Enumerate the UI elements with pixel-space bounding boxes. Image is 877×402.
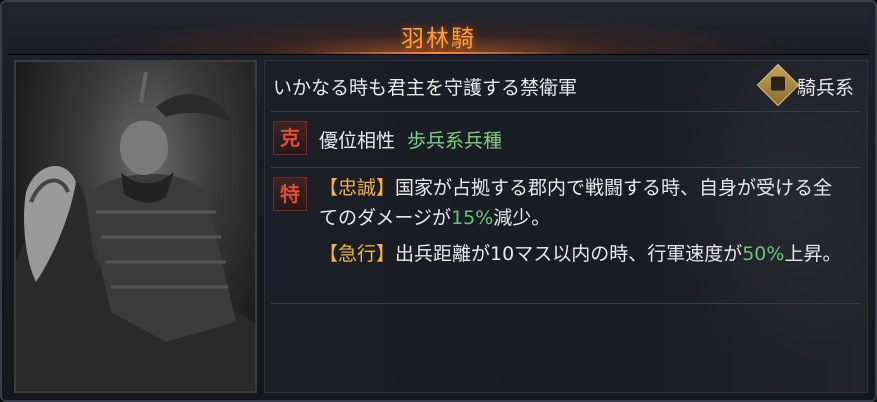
skill-highlight-value: 50% <box>742 243 785 265</box>
skill-highlight-value: 15% <box>451 207 494 229</box>
cavalry-soldier-illustration <box>16 71 255 391</box>
cavalry-horse-icon <box>756 63 800 107</box>
skill-text-end: 減少。 <box>493 207 551 229</box>
unit-title: 羽林騎 <box>401 26 476 52</box>
unit-info-panel: 羽林騎 いかなる時も君主を守護する禁衛軍 騎兵系 克 優位相性 歩兵系兵種 特 … <box>0 0 877 402</box>
skill-rush: 【急行】出兵距離が10マス以内の時、行軍速度が50%上昇。 <box>319 239 849 269</box>
title-bar: 羽林騎 <box>8 8 869 55</box>
unit-description: いかなる時も君主を守護する禁衛軍 <box>273 77 578 99</box>
traits-row: 特 【忠誠】国家が占拠する郡内で戦闘する時、自身が受ける全てのダメージが15%減… <box>271 167 861 304</box>
skill-name: 【急行】 <box>319 243 396 265</box>
skill-text: 国家が占拠する郡内で戦闘する時、自身が受ける全てのダメージが <box>319 177 833 229</box>
unit-details: いかなる時も君主を守護する禁衛軍 騎兵系 克 優位相性 歩兵系兵種 特 【忠誠】… <box>264 60 868 394</box>
skill-text: 出兵距離が10マス以内の時、行軍速度が <box>395 243 743 265</box>
unit-type-label: 騎兵系 <box>797 77 855 99</box>
unit-portrait <box>14 60 257 393</box>
advantage-label: 優位相性 <box>319 130 396 152</box>
traits-badge: 特 <box>273 177 307 211</box>
advantage-badge: 克 <box>273 121 307 155</box>
skill-loyalty: 【忠誠】国家が占拠する郡内で戦闘する時、自身が受ける全てのダメージが15%減少。 <box>319 173 849 233</box>
skill-name: 【忠誠】 <box>319 177 396 199</box>
advantage-row: 克 優位相性 歩兵系兵種 <box>271 111 861 168</box>
advantage-value: 歩兵系兵種 <box>407 130 503 152</box>
skill-text-end: 上昇。 <box>784 243 842 265</box>
description-row: いかなる時も君主を守護する禁衛軍 騎兵系 <box>271 61 861 112</box>
